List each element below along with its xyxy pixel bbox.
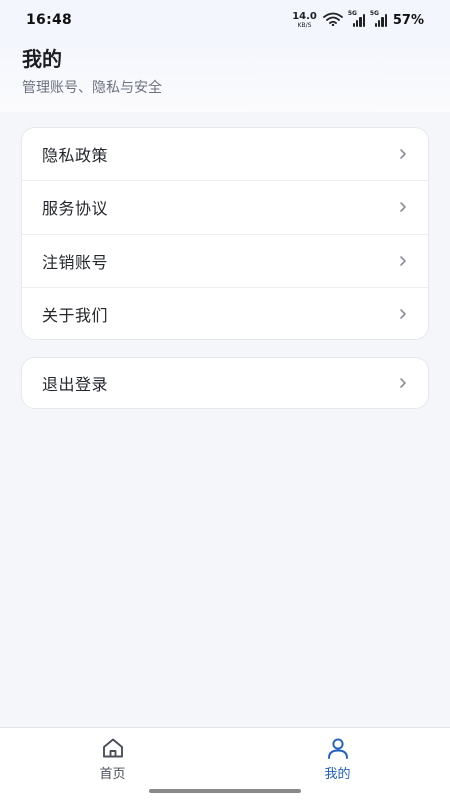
chevron-right-icon <box>398 308 408 320</box>
tab-mine[interactable]: 我的 <box>225 728 450 785</box>
signal-icon: 5G <box>347 10 365 27</box>
chevron-right-icon <box>398 377 408 389</box>
network-speed-unit: KB/S <box>297 21 312 29</box>
page-subtitle: 管理账号、隐私与安全 <box>22 80 162 96</box>
menu-item-label: 隐私政策 <box>42 146 109 166</box>
tab-mine-label: 我的 <box>324 767 351 782</box>
screen: 16:48 14.0 KB/S 5G 5G 57% 我的 管理账号、隐私与安全 … <box>0 0 450 800</box>
signal-type-label: 5G <box>347 10 357 17</box>
chevron-right-icon <box>398 201 408 213</box>
wifi-icon <box>322 11 343 30</box>
home-icon <box>100 736 126 760</box>
status-time: 16:48 <box>26 12 73 28</box>
menu-item-label: 关于我们 <box>42 306 109 326</box>
menu-item-label: 服务协议 <box>42 199 109 219</box>
page-header: 我的 管理账号、隐私与安全 <box>0 40 450 112</box>
menu-item-about-us[interactable]: 关于我们 <box>22 288 428 339</box>
network-speed-value: 14.0 <box>292 10 317 22</box>
menu-item-label: 注销账号 <box>42 252 109 272</box>
page-title: 我的 <box>22 47 62 71</box>
status-bar: 16:48 14.0 KB/S 5G 5G 57% <box>0 0 450 40</box>
user-icon <box>325 736 351 760</box>
network-speed: 14.0 KB/S <box>292 10 317 29</box>
settings-menu-card: 隐私政策 服务协议 注销账号 关于我们 <box>21 127 429 340</box>
menu-item-service-agreement[interactable]: 服务协议 <box>22 181 428 235</box>
battery-percentage: 57% <box>392 12 424 28</box>
chevron-right-icon <box>398 148 408 160</box>
menu-item-privacy-policy[interactable]: 隐私政策 <box>22 128 428 182</box>
tab-home-label: 首页 <box>99 767 126 782</box>
logout-button[interactable]: 退出登录 <box>22 358 428 408</box>
menu-item-delete-account[interactable]: 注销账号 <box>22 235 428 288</box>
chevron-right-icon <box>398 255 408 267</box>
tab-home[interactable]: 首页 <box>0 728 225 785</box>
signal-icon: 5G <box>369 10 387 27</box>
signal-type-label: 5G <box>369 10 379 17</box>
status-icons: 14.0 KB/S 5G 5G 57% <box>292 10 424 30</box>
logout-card: 退出登录 <box>21 357 429 409</box>
home-indicator[interactable] <box>149 789 301 793</box>
bottom-nav: 首页 我的 <box>0 727 450 785</box>
logout-label: 退出登录 <box>42 375 109 394</box>
